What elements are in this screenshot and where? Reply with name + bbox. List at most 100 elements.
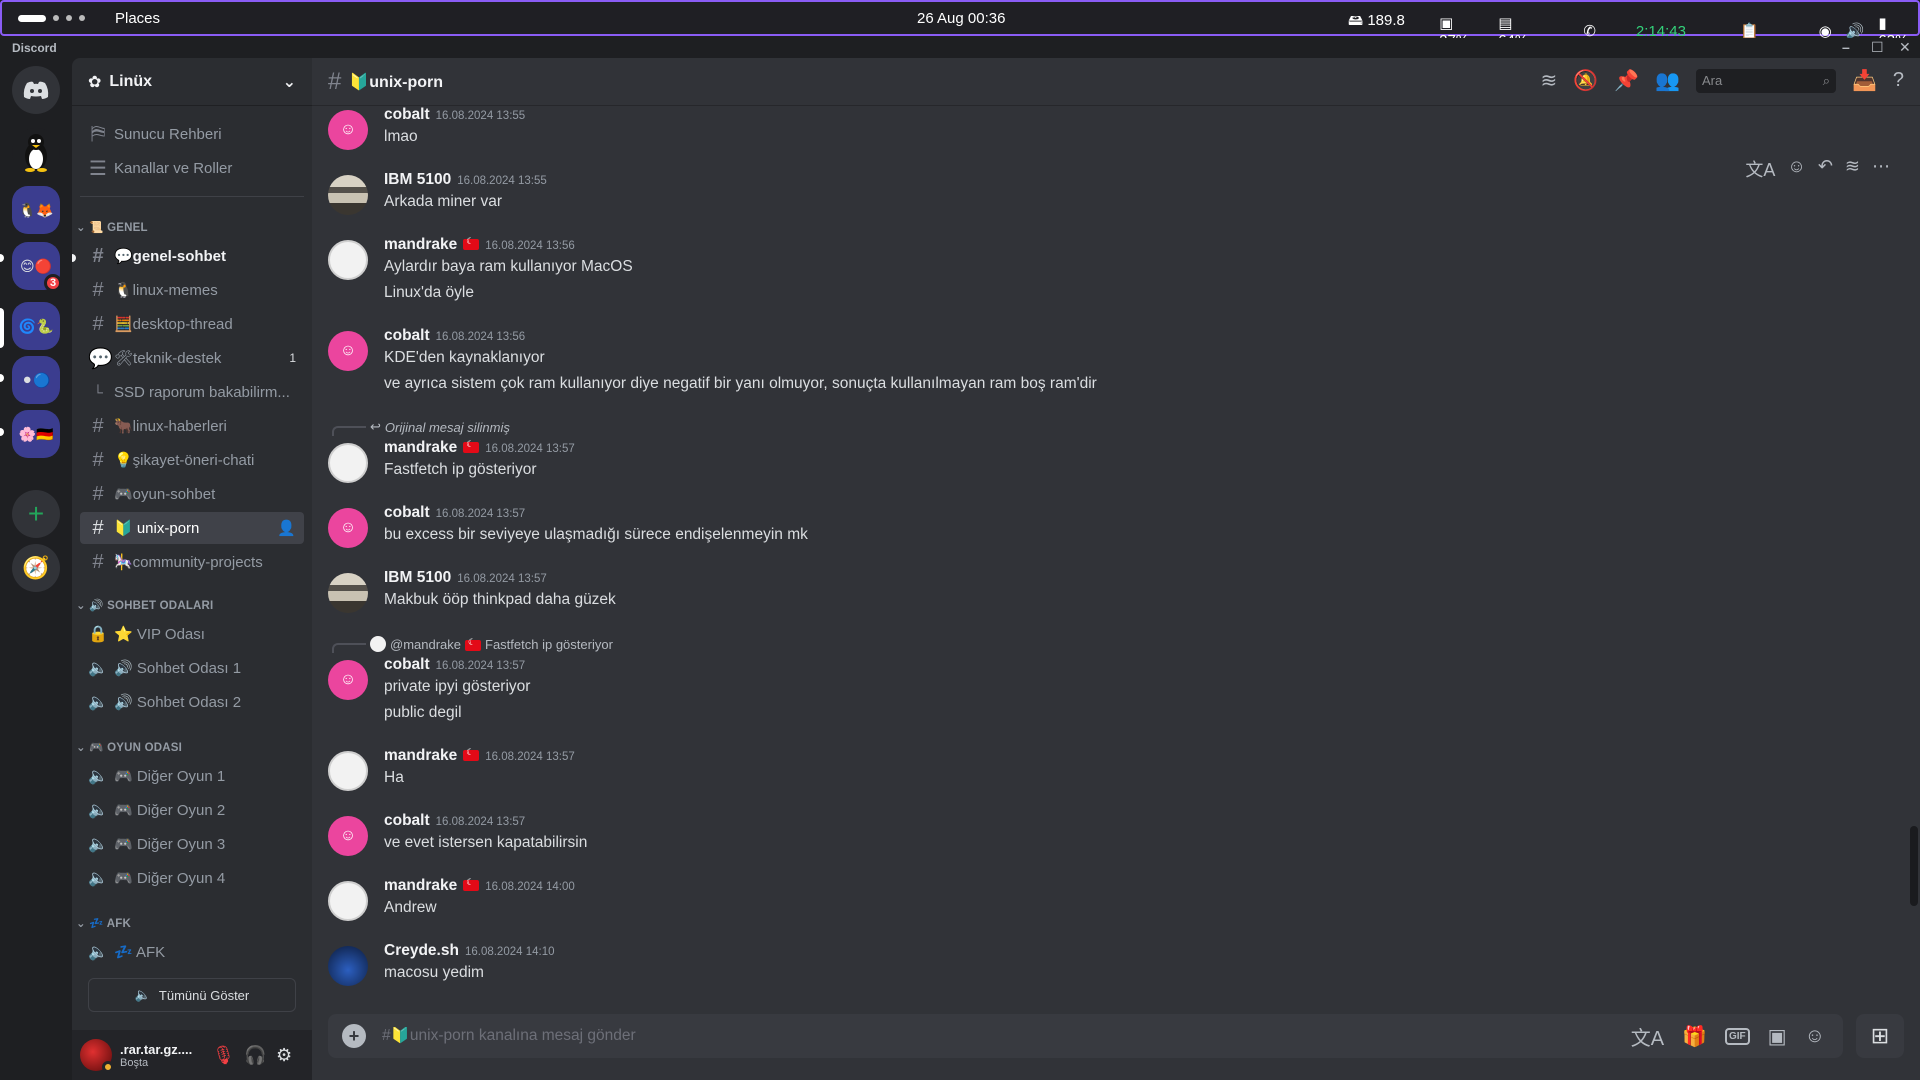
settings-gear-icon[interactable]: ⚙ (276, 1045, 292, 1066)
author-name[interactable]: mandrake (384, 877, 457, 895)
gif-button[interactable]: GIF (1725, 1027, 1750, 1045)
category-genel[interactable]: ⌄ 📜 GENEL (76, 220, 148, 234)
avatar[interactable]: ☺ (328, 816, 368, 856)
notification-bell-icon[interactable]: 🔕 (1573, 68, 1598, 93)
voice-afk[interactable]: 🔈 💤 AFK (80, 936, 304, 968)
emoji-icon[interactable]: ☺ (1805, 1025, 1825, 1048)
channel-community-projects[interactable]: # 🎠community-projects (80, 546, 304, 578)
create-thread-icon[interactable]: ≋ (1845, 156, 1860, 182)
add-server-button[interactable]: + (12, 490, 60, 538)
avatar[interactable] (328, 573, 368, 613)
avatar[interactable]: ☺ (328, 508, 368, 548)
server-folder-3[interactable]: 🌀🐍 (12, 302, 60, 350)
author-name[interactable]: mandrake (384, 236, 457, 254)
voice-diger-oyun-1[interactable]: 🔈 🎮 Diğer Oyun 1 (80, 760, 304, 792)
reply-reference[interactable]: @mandrake Fastfetch ip gösteriyor (332, 635, 613, 653)
user-info[interactable]: .rar.tar.gz.... Boşta (120, 1042, 192, 1069)
scrollbar[interactable] (1910, 106, 1918, 1008)
avatar[interactable]: ☺ (328, 660, 368, 700)
author-name[interactable]: cobalt (384, 327, 430, 345)
author-name[interactable]: IBM 5100 (384, 569, 451, 587)
channel-sikayet-oneri[interactable]: # 💡şikayet-öneri-chati (80, 444, 304, 476)
apps-button[interactable]: ⊞ (1856, 1014, 1904, 1058)
deafen-icon[interactable]: 🎧 (244, 1045, 266, 1066)
channel-desktop-thread[interactable]: # 🧮desktop-thread (80, 308, 304, 340)
workspace-indicator[interactable] (18, 14, 85, 22)
gift-icon[interactable]: 🎁 (1682, 1024, 1707, 1049)
thread-ssd-raporum[interactable]: └ SSD raporum bakabilirm... (80, 376, 304, 408)
minimize-icon[interactable]: – (1842, 39, 1850, 55)
guild-header[interactable]: ✿ Linüx ⌄ (72, 58, 312, 106)
show-all-button[interactable]: 🔈 Tümünü Göster (88, 978, 296, 1012)
server-guide-link[interactable]: ⛿ Sunucu Rehberi (80, 118, 304, 150)
author-name[interactable]: Creyde.sh (384, 942, 459, 960)
server-folder-1[interactable]: 🐧🦊 (12, 186, 60, 234)
search-input[interactable]: Ara ⌕ (1695, 68, 1836, 93)
voice-diger-oyun-2[interactable]: 🔈 🎮 Diğer Oyun 2 (80, 794, 304, 826)
channel-oyun-sohbet[interactable]: # 🎮oyun-sohbet (80, 478, 304, 510)
reply-reference[interactable]: ↩ Orijinal mesaj silinmiş (332, 418, 510, 436)
pin-icon[interactable]: 📌 (1614, 68, 1639, 93)
home-button[interactable] (12, 66, 60, 114)
avatar[interactable] (328, 443, 368, 483)
more-options-icon[interactable]: ⋯ (1872, 156, 1890, 182)
scrollbar-thumb[interactable] (1910, 826, 1918, 906)
threads-icon[interactable]: ≋ (1540, 68, 1557, 93)
avatar[interactable] (328, 881, 368, 921)
server-linux-penguin[interactable] (12, 128, 60, 176)
username: .rar.tar.gz.... (120, 1041, 193, 1057)
avatar[interactable]: ☺ (328, 331, 368, 371)
author-name[interactable]: cobalt (384, 504, 430, 522)
author-name[interactable]: cobalt (384, 812, 430, 830)
upload-plus-icon[interactable]: + (342, 1024, 366, 1048)
close-icon[interactable]: ✕ (1899, 39, 1911, 56)
author-name[interactable]: cobalt (384, 656, 430, 674)
category-sohbet-odalari[interactable]: ⌄ 🔊 SOHBET ODALARI (76, 598, 213, 612)
inbox-icon[interactable]: 📥 (1852, 68, 1877, 93)
avatar[interactable] (328, 946, 368, 986)
avatar[interactable] (328, 751, 368, 791)
channel-teknik-destek[interactable]: 💬 🛠teknik-destek 1 (80, 342, 304, 374)
add-reaction-icon[interactable]: ☺ (1787, 156, 1805, 182)
channel-label: 🐧linux-memes (114, 282, 218, 299)
channel-label: 🎮oyun-sohbet (114, 486, 216, 503)
channel-unix-porn[interactable]: # 🔰 unix-porn 👤 (80, 512, 304, 544)
avatar[interactable]: ☺ (328, 110, 368, 150)
category-afk[interactable]: ⌄ 💤 AFK (76, 916, 131, 930)
channel-genel-sohbet[interactable]: # 💬genel-sohbet (80, 240, 304, 272)
author-name[interactable]: cobalt (384, 106, 430, 124)
server-folder-4[interactable]: ⚫🔵 (12, 356, 60, 404)
translate-icon[interactable]: 文A (1745, 156, 1775, 182)
author-name[interactable]: IBM 5100 (384, 171, 451, 189)
mute-mic-icon[interactable]: 🎙 (212, 1045, 235, 1066)
maximize-icon[interactable]: ☐ (1871, 39, 1884, 56)
avatar[interactable] (328, 240, 368, 280)
help-icon[interactable]: ? (1893, 69, 1904, 92)
channel-linux-memes[interactable]: # 🐧linux-memes (80, 274, 304, 306)
server-folder-5[interactable]: 🌸🇩🇪 (12, 410, 60, 458)
places-menu[interactable]: Places (115, 10, 160, 27)
avatar[interactable] (328, 175, 368, 215)
add-member-icon[interactable]: 👤 (277, 519, 296, 537)
voice-vip-odasi[interactable]: 🔒 ⭐ VIP Odası (80, 618, 304, 650)
voice-diger-oyun-4[interactable]: 🔈 🎮 Diğer Oyun 4 (80, 862, 304, 894)
server-folder-2[interactable]: 😊🔴 3 (12, 242, 62, 292)
message-input[interactable] (382, 1027, 1631, 1045)
author-name[interactable]: mandrake (384, 747, 457, 765)
voice-sohbet-odasi-1[interactable]: 🔈 🔊 Sohbet Odası 1 (80, 652, 304, 684)
avatar[interactable] (80, 1039, 114, 1073)
category-oyun-odasi[interactable]: ⌄ 🎮 OYUN ODASI (76, 740, 182, 754)
voice-diger-oyun-3[interactable]: 🔈 🎮 Diğer Oyun 3 (80, 828, 304, 860)
channel-linux-haberleri[interactable]: # 🐂linux-haberleri (80, 410, 304, 442)
explore-servers-button[interactable]: 🧭 (12, 544, 60, 592)
system-clock[interactable]: 26 Aug 00:36 (917, 10, 1005, 27)
timestamp: 16.08.2024 13:55 (457, 175, 547, 187)
translate-icon[interactable]: 文A (1631, 1022, 1664, 1051)
sticker-icon[interactable]: ▣ (1768, 1024, 1787, 1049)
reply-icon[interactable]: ↶ (1818, 156, 1833, 182)
member-list-icon[interactable]: 👥 (1655, 68, 1680, 93)
chat-area: # 🔰unix-porn ≋ 🔕 📌 👥 Ara ⌕ 📥 ? ☺ cobalt 16… (312, 58, 1920, 1080)
voice-sohbet-odasi-2[interactable]: 🔈 🔊 Sohbet Odası 2 (80, 686, 304, 718)
channels-roles-link[interactable]: ☰ Kanallar ve Roller (80, 152, 304, 184)
author-name[interactable]: mandrake (384, 439, 457, 457)
